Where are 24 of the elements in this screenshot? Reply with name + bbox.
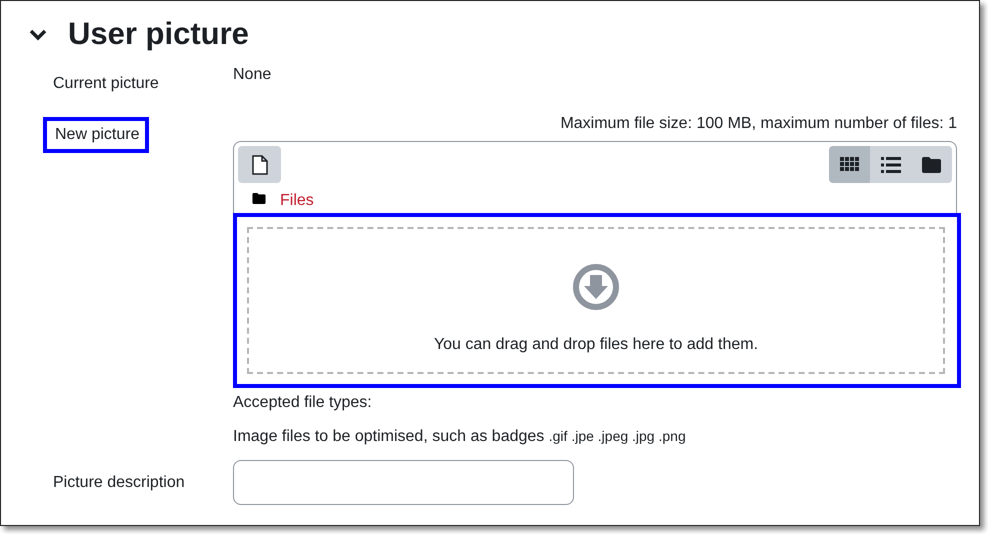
folder-icon — [252, 192, 266, 204]
field-value: None — [233, 66, 272, 83]
folder-icon — [922, 156, 941, 172]
file-icon — [252, 154, 268, 174]
files-link[interactable]: Files — [280, 192, 314, 210]
field-label: New picture — [43, 117, 150, 153]
drop-zone[interactable]: You can drag and drop files here to add them. — [247, 227, 945, 374]
folder-view-button[interactable] — [911, 146, 952, 183]
section-title: User picture — [68, 16, 249, 52]
accepted-types: Image files to be optimised, such as badges — [233, 428, 544, 445]
accepted-label: Accepted file types: — [233, 393, 373, 413]
grid-view-button[interactable] — [829, 146, 870, 183]
list-icon — [880, 156, 900, 172]
download-icon — [571, 262, 621, 312]
drop-hint: You can drag and drop files here to add them. — [434, 336, 758, 354]
extensions-list: .gif .jpe .jpeg .jpg .png — [548, 428, 686, 444]
list-view-button[interactable] — [870, 146, 911, 183]
field-label: Current picture — [53, 75, 159, 92]
add-file-button[interactable] — [238, 146, 281, 183]
grid-icon — [840, 157, 860, 172]
field-label: Picture description — [53, 474, 185, 491]
chevron-icon[interactable] — [29, 29, 47, 41]
description-field[interactable] — [233, 460, 574, 505]
limits-text: Maximum file size: 100 MB, maximum number of files: 1 — [559, 114, 957, 134]
